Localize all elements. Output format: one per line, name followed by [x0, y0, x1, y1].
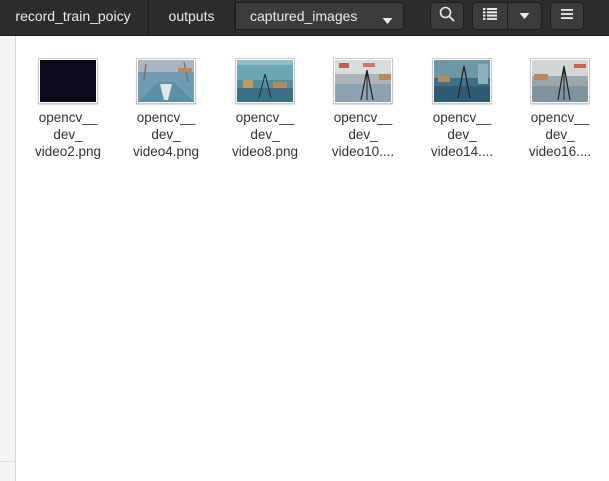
file-name[interactable]: opencv__ dev_ video8.png [220, 109, 310, 160]
image-thumbnail-icon [335, 60, 391, 102]
main-menu-button[interactable] [550, 2, 584, 30]
file-item-video10[interactable]: opencv__ dev_ video10.... [318, 58, 408, 160]
image-thumbnail-icon [532, 60, 588, 102]
file-name-line: opencv__ [432, 110, 492, 125]
view-options-button[interactable] [508, 2, 542, 30]
list-view-icon [483, 7, 497, 25]
file-thumbnail[interactable] [235, 58, 295, 104]
file-name-line: opencv__ [530, 110, 590, 125]
file-name-line: video10.... [331, 144, 395, 159]
file-name[interactable]: opencv__ dev_ video2.png [23, 109, 113, 160]
file-thumbnail[interactable] [432, 58, 492, 104]
file-name-line: video4.png [132, 144, 200, 159]
chevron-down-icon [519, 7, 530, 25]
file-item-video2[interactable]: opencv__ dev_ video2.png [23, 58, 113, 160]
image-thumbnail-icon [138, 60, 194, 102]
view-toggle-button[interactable] [472, 2, 508, 30]
file-name-line: video2.png [34, 144, 102, 159]
file-name-line: video16.... [528, 144, 592, 159]
sidebar [0, 36, 16, 481]
file-name-line: dev_ [53, 127, 83, 142]
file-name-line: video14.... [430, 144, 494, 159]
breadcrumb-outputs[interactable]: outputs [149, 2, 234, 30]
file-thumbnail[interactable] [136, 58, 196, 104]
file-name-line: opencv__ [136, 110, 196, 125]
breadcrumb-label: outputs [168, 8, 215, 24]
search-button[interactable] [430, 2, 464, 30]
file-grid: opencv__ dev_ video2.png opencv__ dev_ v… [17, 36, 609, 481]
file-name-line: dev_ [348, 127, 378, 142]
file-thumbnail[interactable] [333, 58, 393, 104]
triangle-down-icon[interactable] [382, 12, 393, 28]
file-name-line: opencv__ [235, 110, 295, 125]
file-name-line: dev_ [250, 127, 280, 142]
file-thumbnail[interactable] [530, 58, 590, 104]
file-name-line: dev_ [447, 127, 477, 142]
header-bar: record_train_poicy outputs captured_imag… [0, 0, 609, 36]
image-thumbnail-icon [40, 60, 96, 102]
file-name-line: dev_ [151, 127, 181, 142]
breadcrumb-label: record_train_poicy [15, 8, 131, 24]
file-item-video4[interactable]: opencv__ dev_ video4.png [121, 58, 211, 160]
file-item-video14[interactable]: opencv__ dev_ video14.... [417, 58, 507, 160]
sidebar-divider [0, 461, 16, 462]
search-icon [439, 6, 455, 27]
file-name[interactable]: opencv__ dev_ video10.... [318, 109, 408, 160]
image-thumbnail-icon [237, 60, 293, 102]
hamburger-menu-icon [560, 7, 574, 25]
file-thumbnail[interactable] [38, 58, 98, 104]
file-item-video16[interactable]: opencv__ dev_ video16.... [515, 58, 605, 160]
file-item-video8[interactable]: opencv__ dev_ video8.png [220, 58, 310, 160]
file-name[interactable]: opencv__ dev_ video14.... [417, 109, 507, 160]
breadcrumb-record-train-poicy[interactable]: record_train_poicy [0, 2, 146, 30]
file-name-line: video8.png [231, 144, 299, 159]
file-name-line: dev_ [545, 127, 575, 142]
file-name[interactable]: opencv__ dev_ video4.png [121, 109, 211, 160]
file-name-line: opencv__ [38, 110, 98, 125]
breadcrumb-captured-images[interactable]: captured_images [235, 2, 404, 30]
image-thumbnail-icon [434, 60, 490, 102]
file-name[interactable]: opencv__ dev_ video16.... [515, 109, 605, 160]
file-name-line: opencv__ [333, 110, 393, 125]
breadcrumb-label: captured_images [250, 8, 358, 24]
